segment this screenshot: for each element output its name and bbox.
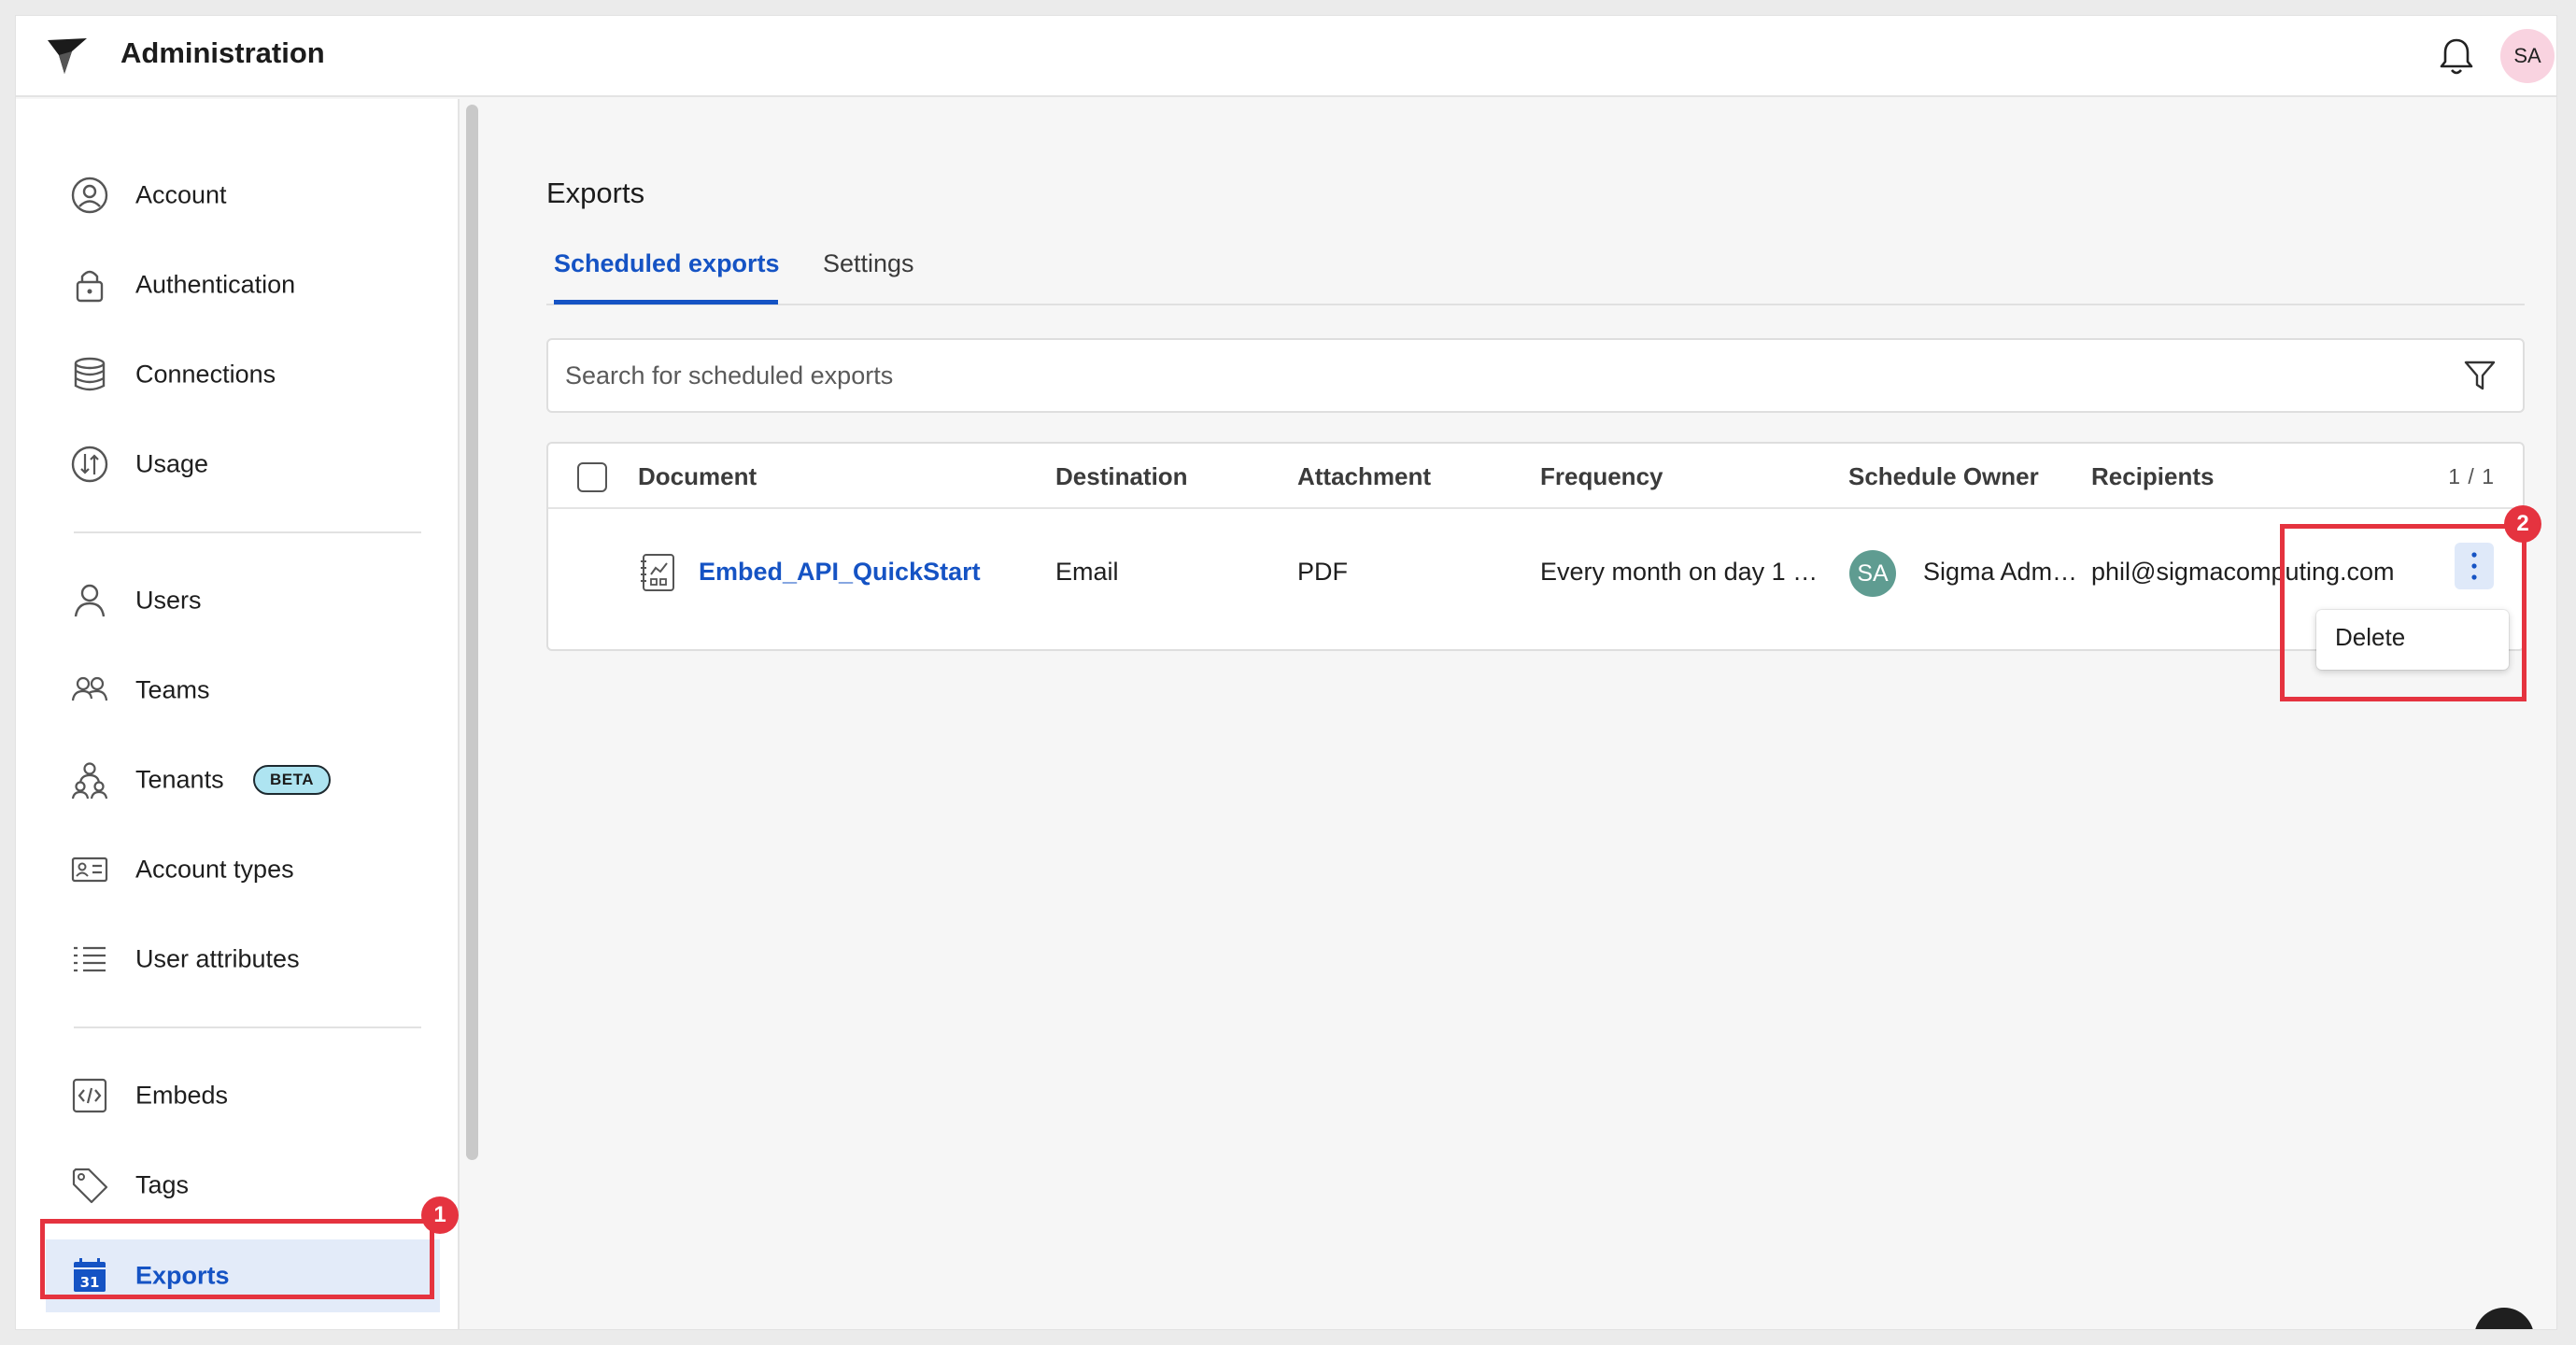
page-title: Administration [120, 36, 325, 69]
schedule-owner-cell: Sigma Adm… [1923, 558, 2078, 586]
sidebar-scrollbar[interactable] [466, 105, 478, 1160]
sidebar-item-label: Authentication [135, 270, 296, 299]
column-header-destination[interactable]: Destination [1055, 462, 1188, 491]
sidebar-item-label: Tenants [135, 765, 224, 794]
database-icon [74, 357, 106, 391]
search-input[interactable] [550, 342, 2437, 409]
column-header-document[interactable]: Document [638, 462, 757, 491]
sidebar-item-tenants[interactable]: Tenants BETA [46, 743, 440, 816]
column-header-frequency[interactable]: Frequency [1540, 462, 1663, 491]
exports-table: Document Destination Attachment Frequenc… [546, 442, 2525, 651]
sidebar-item-user-attributes[interactable]: User attributes [46, 923, 440, 996]
filter-icon[interactable] [2461, 357, 2498, 394]
sidebar-item-label: Users [135, 586, 202, 615]
sidebar-divider [74, 1026, 421, 1028]
frequency-cell: Every month on day 1 … [1540, 558, 1819, 586]
tab-settings[interactable]: Settings [823, 249, 914, 278]
usage-icon [71, 446, 108, 483]
team-icon [71, 676, 108, 701]
help-icon[interactable] [2474, 1308, 2534, 1329]
sidebar-item-label: Tags [135, 1170, 190, 1199]
table-header: Document Destination Attachment Frequenc… [548, 444, 2523, 509]
step-badge: 1 [421, 1196, 459, 1234]
sidebar-item-label: Connections [135, 360, 276, 389]
column-header-schedule-owner[interactable]: Schedule Owner [1848, 462, 2039, 491]
highlight-box [40, 1219, 434, 1299]
bell-icon[interactable] [2433, 33, 2480, 79]
pagination-indicator: 1 / 1 [2448, 464, 2495, 488]
app-window: Administration SA Account Authentication [15, 15, 2557, 1330]
search-bar [546, 338, 2525, 413]
lock-icon [76, 270, 104, 303]
select-all-checkbox[interactable] [577, 462, 607, 492]
column-header-attachment[interactable]: Attachment [1297, 462, 1431, 491]
sidebar-item-label: Account [135, 180, 227, 209]
tabs-divider [546, 304, 2525, 305]
beta-badge: BETA [253, 765, 332, 795]
tenants-icon [71, 762, 108, 800]
user-icon [74, 584, 106, 617]
sidebar-item-users[interactable]: Users [46, 564, 440, 637]
destination-cell: Email [1055, 558, 1119, 586]
sidebar-item-account-types[interactable]: Account types [46, 833, 440, 906]
tab-scheduled-exports[interactable]: Scheduled exports [554, 249, 780, 278]
id-card-icon [71, 857, 108, 883]
sidebar-item-label: Usage [135, 449, 209, 478]
sidebar-item-authentication[interactable]: Authentication [46, 248, 440, 321]
sidebar-item-embeds[interactable]: Embeds [46, 1059, 440, 1132]
sidebar-item-label: Embeds [135, 1081, 229, 1110]
sidebar-item-tags[interactable]: Tags [46, 1149, 440, 1222]
active-tab-indicator [554, 300, 778, 304]
tag-icon [72, 1168, 108, 1204]
step-badge: 2 [2504, 505, 2541, 543]
sidebar-item-label: Teams [135, 675, 210, 704]
sidebar-divider [74, 531, 421, 533]
code-icon [72, 1078, 107, 1113]
top-bar: Administration SA [16, 16, 2556, 97]
workbook-icon [641, 554, 674, 591]
attachment-cell: PDF [1297, 558, 1348, 586]
document-link[interactable]: Embed_API_QuickStart [699, 558, 981, 587]
sidebar-item-label: Account types [135, 855, 294, 884]
column-header-recipients[interactable]: Recipients [2091, 462, 2215, 491]
sidebar-item-teams[interactable]: Teams [46, 654, 440, 727]
user-circle-icon [71, 177, 108, 214]
highlight-box [2280, 524, 2526, 701]
list-icon [74, 946, 106, 972]
sidebar-item-usage[interactable]: Usage [46, 428, 440, 501]
sidebar-item-label: User attributes [135, 944, 300, 973]
owner-avatar: SA [1849, 550, 1896, 597]
user-avatar[interactable]: SA [2500, 29, 2555, 83]
section-title: Exports [546, 177, 645, 209]
sidebar-item-account[interactable]: Account [46, 159, 440, 232]
sidebar-item-connections[interactable]: Connections [46, 338, 440, 411]
sigma-logo[interactable] [44, 35, 92, 78]
